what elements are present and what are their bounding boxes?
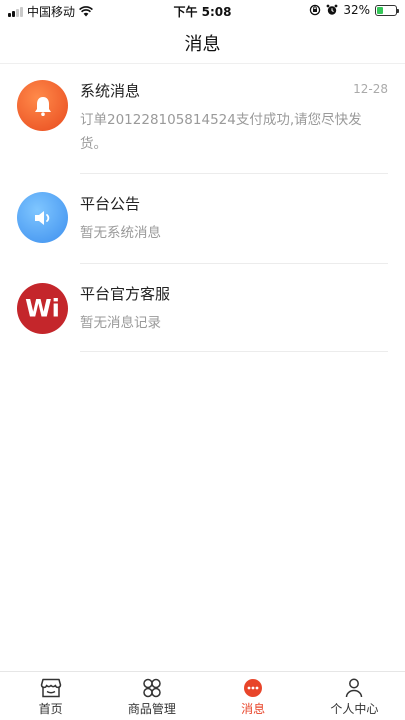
bell-icon	[34, 96, 51, 116]
message-item-announcement[interactable]: 平台公告 暂无系统消息	[0, 174, 405, 264]
tab-messages[interactable]: 消息	[203, 672, 304, 720]
message-title: 平台官方客服	[80, 285, 171, 303]
wi-logo-text: Wi	[25, 295, 60, 323]
system-message-avatar	[17, 80, 68, 131]
announcement-avatar	[17, 192, 68, 243]
battery-icon	[375, 4, 399, 16]
tab-profile[interactable]: 个人中心	[304, 672, 405, 720]
message-preview: 订单201228105814524支付成功,请您尽快发货。	[80, 112, 362, 152]
message-title: 平台公告	[80, 195, 141, 213]
message-item-customer-service[interactable]: Wi 平台官方客服 暂无消息记录	[0, 264, 405, 352]
tab-home[interactable]: 首页	[0, 672, 101, 720]
wi-logo: Wi	[25, 295, 60, 323]
store-icon	[40, 678, 61, 698]
header: 消息	[0, 20, 405, 64]
tab-products[interactable]: 商品管理	[101, 672, 202, 720]
message-time: 12-28	[353, 82, 388, 96]
message-item-system[interactable]: 系统消息 订单201228105814524支付成功,请您尽快发货。 12-28	[0, 64, 405, 174]
rotation-lock-icon	[310, 4, 321, 16]
tab-label: 消息	[241, 702, 266, 716]
divider	[80, 351, 388, 352]
status-right: 32%	[309, 3, 399, 17]
message-body: 系统消息 订单201228105814524支付成功,请您尽快发货。	[80, 80, 388, 156]
tab-label: 商品管理	[127, 702, 176, 716]
message-body: 平台官方客服 暂无消息记录	[80, 283, 388, 335]
message-preview: 暂无消息记录	[80, 315, 161, 331]
message-title: 系统消息	[80, 82, 141, 100]
customer-service-avatar: Wi	[17, 283, 68, 334]
chat-bubble-icon	[244, 679, 263, 697]
grid-icon	[143, 678, 161, 698]
message-list: 系统消息 订单201228105814524支付成功,请您尽快发货。 12-28…	[0, 64, 405, 352]
person-icon	[346, 678, 363, 698]
tab-label: 个人中心	[330, 702, 379, 716]
message-body: 平台公告 暂无系统消息	[80, 193, 388, 245]
page-title: 消息	[184, 34, 221, 55]
status-bar: 中国移动 下午 5:08 32%	[0, 0, 405, 20]
message-preview: 暂无系统消息	[80, 225, 161, 241]
tab-label: 首页	[38, 702, 63, 716]
alarm-icon	[326, 4, 338, 15]
battery-level	[377, 6, 384, 14]
tab-bar: 首页 商品管理 消息 个人中心	[0, 671, 405, 720]
battery-percent: 32%	[343, 3, 370, 17]
speaker-icon	[34, 210, 49, 225]
